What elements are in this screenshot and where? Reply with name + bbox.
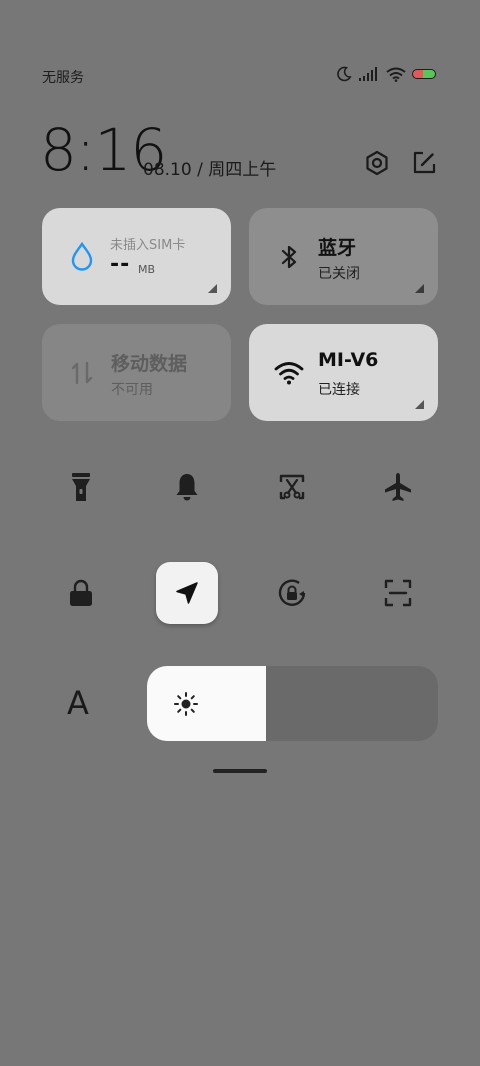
screenshot-icon — [279, 474, 305, 500]
font-size-button[interactable]: A — [67, 684, 89, 722]
scan-icon — [384, 579, 412, 607]
bluetooth-status: 已关闭 — [318, 266, 360, 282]
notification-toggle[interactable] — [156, 456, 218, 518]
lock-icon — [70, 579, 92, 606]
settings-icon[interactable] — [363, 149, 391, 177]
wifi-status: 已连接 — [318, 382, 360, 398]
moon-icon — [337, 66, 352, 82]
wifi-network-name: MI-V6 — [318, 349, 379, 371]
bluetooth-title: 蓝牙 — [318, 237, 357, 259]
location-icon — [176, 582, 198, 604]
data-usage-tile[interactable]: 未插入SIM卡 -- MB — [42, 208, 231, 305]
lock-screen-toggle[interactable] — [50, 562, 112, 624]
edit-icon[interactable] — [410, 149, 438, 177]
wifi-tile[interactable]: MI-V6 已连接 — [249, 324, 438, 421]
bell-icon — [176, 474, 198, 501]
airplane-mode-toggle[interactable] — [367, 456, 429, 518]
rotation-lock-toggle[interactable] — [261, 562, 323, 624]
data-usage-unit: MB — [138, 263, 156, 276]
location-toggle[interactable] — [156, 562, 218, 624]
mobile-data-tile[interactable]: 移动数据 不可用 — [42, 324, 231, 421]
water-drop-icon — [71, 241, 93, 271]
sim-status-label: 未插入SIM卡 — [110, 238, 186, 253]
status-icons — [336, 66, 436, 82]
mobile-data-status: 不可用 — [111, 382, 153, 398]
drag-handle[interactable] — [213, 769, 267, 773]
carrier-status: 无服务 — [42, 70, 84, 86]
bluetooth-icon — [281, 245, 297, 269]
flashlight-toggle[interactable] — [50, 456, 112, 518]
expand-corner-icon — [415, 400, 424, 409]
rotation-lock-icon — [278, 579, 306, 606]
date-label: 08.10 / 周四上午 — [143, 160, 277, 180]
bluetooth-tile[interactable]: 蓝牙 已关闭 — [249, 208, 438, 305]
scanner-toggle[interactable] — [367, 562, 429, 624]
wifi-status-icon — [386, 67, 406, 82]
airplane-icon — [385, 473, 411, 501]
screenshot-toggle[interactable] — [261, 456, 323, 518]
mobile-data-title: 移动数据 — [111, 353, 188, 375]
expand-corner-icon — [415, 284, 424, 293]
signal-icon — [359, 67, 377, 81]
data-usage-value: -- — [110, 252, 131, 277]
expand-corner-icon — [208, 284, 217, 293]
brightness-slider[interactable] — [147, 666, 438, 741]
sun-icon — [174, 692, 198, 716]
wifi-icon — [274, 362, 304, 385]
flashlight-icon — [72, 473, 90, 501]
data-transfer-icon — [71, 361, 93, 385]
brightness-level-fill — [147, 666, 267, 741]
battery-icon — [412, 69, 436, 79]
